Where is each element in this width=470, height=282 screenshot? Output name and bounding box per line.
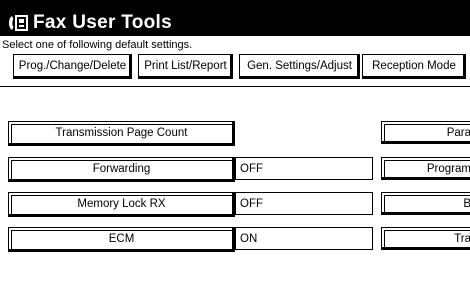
window-title: Fax User Tools <box>33 12 172 33</box>
transmission-page-count-button[interactable]: Transmission Page Count <box>8 121 235 146</box>
tab-reception-mode[interactable]: Reception Mode <box>362 54 466 79</box>
right-setting-button-2[interactable]: Program <box>381 157 470 180</box>
right-setting-button-3[interactable]: B <box>381 192 470 215</box>
ecm-value: ON <box>235 227 373 250</box>
right-setting-button-4[interactable]: Tra <box>381 227 470 250</box>
instruction-text: Select one of following default settings… <box>2 39 193 51</box>
top-bar <box>0 0 470 11</box>
right-setting-button-1[interactable]: Para <box>381 121 470 144</box>
ecm-button[interactable]: ECM <box>8 227 235 252</box>
tab-underline <box>0 86 470 87</box>
memory-lock-rx-button[interactable]: Memory Lock RX <box>8 192 235 217</box>
tab-print-list-report[interactable]: Print List/Report <box>138 54 233 79</box>
memory-lock-rx-value: OFF <box>235 192 373 215</box>
forwarding-button[interactable]: Forwarding <box>8 157 235 182</box>
title-bar: Fax User Tools <box>0 11 470 36</box>
forwarding-value: OFF <box>235 157 373 180</box>
tab-prog-change-delete[interactable]: Prog./Change/Delete <box>13 54 132 79</box>
fax-phone-icon <box>9 15 28 31</box>
tab-gen-settings-adjust[interactable]: Gen. Settings/Adjust <box>239 54 360 79</box>
